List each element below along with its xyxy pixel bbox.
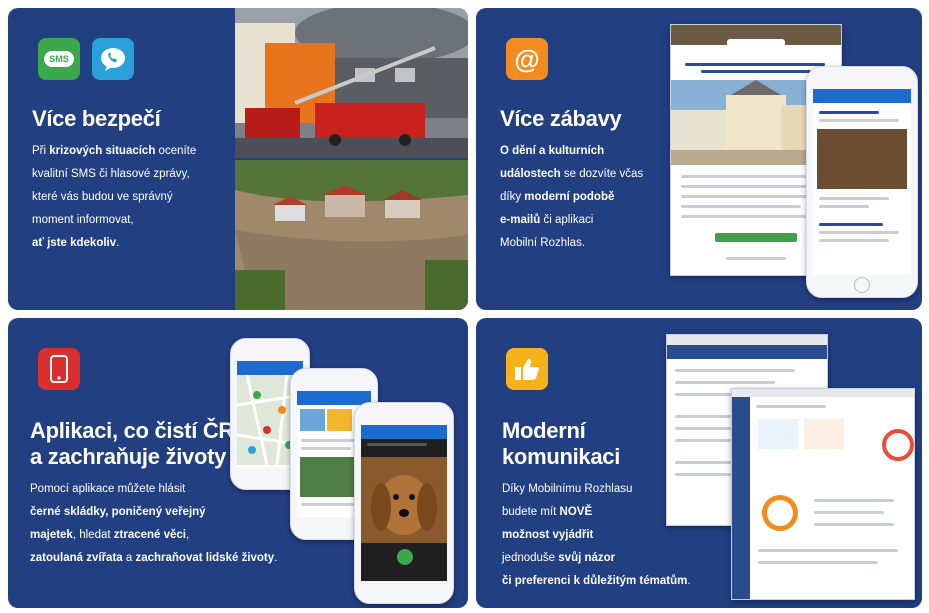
phone-bubble-icon bbox=[92, 38, 134, 80]
body-line: zatoulaná zvířata a zachraňovat lidské ž… bbox=[30, 552, 278, 564]
panel-title: Více bezpečí bbox=[32, 106, 161, 131]
body-line: či preferenci k důležitým tématům. bbox=[502, 575, 691, 587]
survey-window-front bbox=[731, 388, 915, 600]
panel-fun: @ Více zábavy O dění a kulturních událost… bbox=[476, 8, 922, 310]
body-line: možnost vyjádřit bbox=[502, 529, 594, 541]
body-line: e-mailů či aplikaci bbox=[500, 214, 594, 226]
thumbs-up-icon bbox=[506, 348, 548, 390]
phone-dog bbox=[354, 402, 454, 604]
body-line: událostech se dozvíte včas bbox=[500, 168, 644, 180]
body-line: jednoduše svůj názor bbox=[502, 552, 616, 564]
body-line: které vás budou ve správný bbox=[32, 191, 173, 203]
panel-body: Při krizových situacích oceníte kvalitní … bbox=[32, 140, 237, 255]
panel-body: O dění a kulturních událostech se dozvíte… bbox=[500, 140, 680, 255]
phone-app bbox=[806, 66, 918, 298]
body-line: ať jste kdekoliv. bbox=[32, 237, 120, 249]
panel-app: Aplikaci, co čistí ČR a zachraňuje život… bbox=[8, 318, 468, 608]
panel-safety: SMS Více bezpečí Při krizových situacích… bbox=[8, 8, 468, 310]
flood-photo bbox=[235, 160, 468, 310]
body-line: moment informovat, bbox=[32, 214, 134, 226]
panel-title: Moderní komunikaci bbox=[502, 418, 621, 469]
body-line: O dění a kulturních bbox=[500, 145, 605, 157]
at-icon: @ bbox=[506, 38, 548, 80]
smartphone-icon bbox=[38, 348, 80, 390]
body-line: Mobilní Rozhlas. bbox=[500, 237, 586, 249]
panel-title: Aplikaci, co čistí ČR a zachraňuje život… bbox=[30, 418, 234, 469]
panel-title: Více zábavy bbox=[500, 106, 622, 131]
body-line: díky moderní podobě bbox=[500, 191, 615, 203]
body-line: Při krizových situacích oceníte bbox=[32, 145, 197, 157]
sms-icon: SMS bbox=[38, 38, 80, 80]
body-line: kvalitní SMS či hlasové zprávy, bbox=[32, 168, 190, 180]
fire-photo bbox=[235, 8, 468, 158]
panel-communication: Moderní komunikaci Díky Mobilnímu Rozhla… bbox=[476, 318, 922, 608]
